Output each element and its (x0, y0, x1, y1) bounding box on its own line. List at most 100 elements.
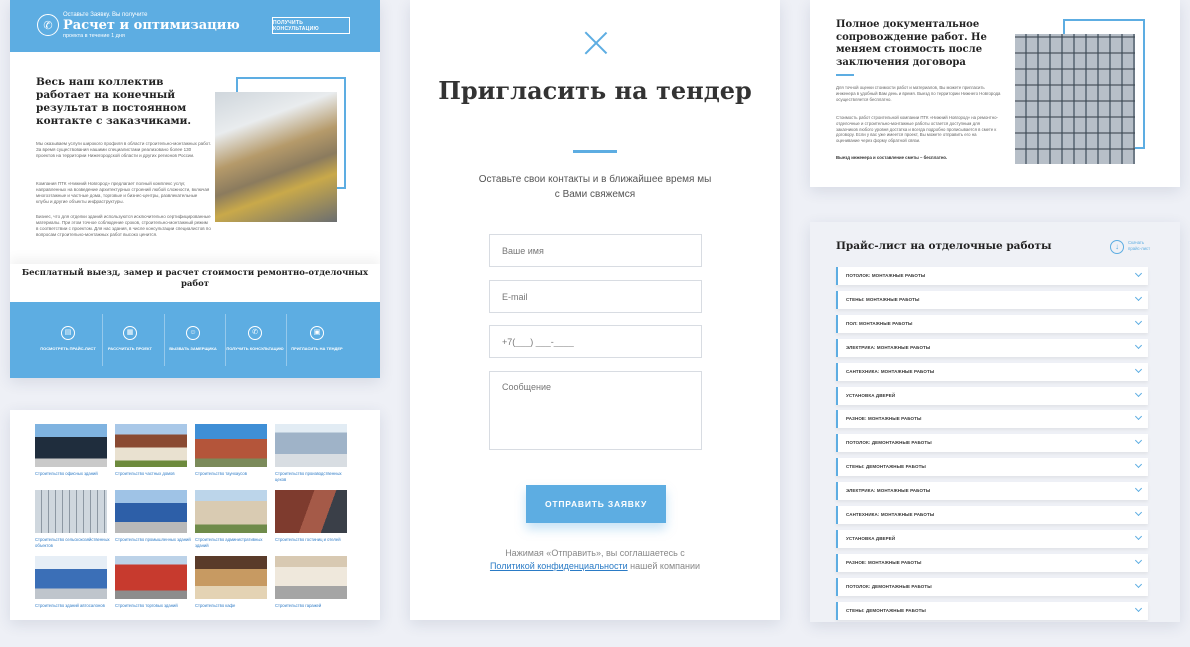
accordion-label: ЭЛЕКТРИКА: МОНТАЖНЫЕ РАБОТЫ (846, 488, 931, 494)
price-accordion-item[interactable]: ПОЛ: МОНТАЖНЫЕ РАБОТЫ (836, 314, 1148, 333)
paragraph: Выезд инженера и составление сметы – бес… (836, 155, 948, 160)
price-accordion-item[interactable]: САНТЕХНИКА: МОНТАЖНЫЕ РАБОТЫ (836, 362, 1148, 381)
gallery-image[interactable] (195, 490, 267, 533)
chevron-down-icon[interactable] (1134, 437, 1143, 445)
gallery-caption[interactable]: Строительство сельскохозяйственных объек… (35, 537, 113, 548)
consultation-button[interactable]: ПОЛУЧИТЬ КОНСУЛЬТАЦИЮ (272, 17, 350, 34)
price-accordion-item[interactable]: РАЗНОЕ: МОНТАЖНЫЕ РАБОТЫ (836, 553, 1148, 572)
gallery-image[interactable] (35, 556, 107, 599)
form-title: Пригласить на тендер (438, 76, 752, 105)
chevron-down-icon[interactable] (1134, 293, 1143, 301)
accordion-label: СТЕНЫ: ДЕМОНТАЖНЫЕ РАБОТЫ (846, 607, 926, 613)
phone-input[interactable] (489, 325, 702, 358)
accordion-label: ЭЛЕКТРИКА: МОНТАЖНЫЕ РАБОТЫ (846, 344, 931, 350)
gallery-image[interactable] (275, 490, 347, 533)
price-accordion-item[interactable]: СТЕНЫ: МОНТАЖНЫЕ РАБОТЫ (836, 290, 1148, 309)
chevron-down-icon[interactable] (1134, 461, 1143, 469)
chevron-down-icon[interactable] (1134, 413, 1143, 421)
name-input[interactable] (489, 234, 702, 267)
accordion-label: ПОТОЛОК: ДЕМОНТАЖНЫЕ РАБОТЫ (846, 583, 932, 589)
section-heading: Полное документальное сопровождение рабо… (836, 19, 987, 68)
price-accordion-item[interactable]: ПОТОЛОК: ДЕМОНТАЖНЫЕ РАБОТЫ (836, 434, 1148, 453)
chevron-down-icon[interactable] (1134, 341, 1143, 349)
chevron-down-icon[interactable] (1134, 532, 1143, 540)
construction-photo (215, 92, 337, 222)
gallery-caption[interactable]: Строительство гостиниц и отелей (275, 537, 353, 543)
action-consult[interactable]: ✆ ПОЛУЧИТЬ КОНСУЛЬТАЦИЮ (225, 326, 285, 351)
price-accordion-item[interactable]: СТЕНЫ: ДЕМОНТАЖНЫЕ РАБОТЫ (836, 458, 1148, 477)
chevron-down-icon[interactable] (1134, 317, 1143, 325)
paragraph: Стоимость работ строительной компании ПТ… (836, 115, 998, 144)
offer-title: Бесплатный выезд, замер и расчет стоимос… (21, 268, 369, 289)
paragraph: Бизнес, что для отделки зданий использую… (36, 214, 211, 237)
chevron-down-icon[interactable] (1134, 485, 1143, 493)
price-accordion-item[interactable]: САНТЕХНИКА: МОНТАЖНЫЕ РАБОТЫ (836, 506, 1148, 524)
email-input[interactable] (489, 280, 702, 313)
chevron-down-icon[interactable] (1134, 508, 1143, 517)
gallery-image[interactable] (115, 556, 187, 599)
chevron-down-icon[interactable] (1134, 556, 1143, 564)
price-accordion-item[interactable]: ЭЛЕКТРИКА: МОНТАЖНЫЕ РАБОТЫ (836, 482, 1148, 501)
privacy-note-text: нашей компании (630, 561, 701, 571)
download-link[interactable]: Скачать прайс-лист (1128, 240, 1158, 251)
paragraph: Мы оказываем услуги широкого профиля в о… (36, 141, 211, 158)
form-description: Оставьте свои контакты и в ближайшее вре… (478, 174, 712, 200)
accordion-label: УСТАНОВКА ДВЕРЕЙ (846, 392, 896, 398)
price-accordion-item[interactable]: ПОТОЛОК: ДЕМОНТАЖНЫЕ РАБОТЫ (836, 577, 1148, 596)
gallery-image[interactable] (195, 556, 267, 599)
chevron-down-icon[interactable] (1134, 269, 1143, 278)
action-tender[interactable]: ▣ ПРИГЛАСИТЬ НА ТЕНДЕР (287, 326, 347, 351)
action-measurer[interactable]: ☺ ВЫЗВАТЬ ЗАМЕРЩИКА (163, 326, 223, 351)
document-icon: ▤ (61, 326, 75, 340)
submit-button[interactable]: ОТПРАВИТЬ ЗАЯВКУ (526, 485, 666, 523)
gallery-image[interactable] (115, 490, 187, 533)
privacy-policy-link[interactable]: Политикой конфиденциальности (490, 561, 628, 571)
accordion-label: РАЗНОЕ: МОНТАЖНЫЕ РАБОТЫ (846, 416, 922, 422)
price-accordion-item[interactable]: ПОТОЛОК: МОНТАЖНЫЕ РАБОТЫ (836, 267, 1148, 285)
accordion-label: СТЕНЫ: МОНТАЖНЫЕ РАБОТЫ (846, 296, 920, 302)
price-accordion-item[interactable]: УСТАНОВКА ДВЕРЕЙ (836, 386, 1148, 405)
scaffolding-photo (1015, 34, 1135, 164)
close-icon[interactable] (585, 32, 607, 54)
paragraph: Компания ПТК «Нижний Новгород» предлагае… (36, 181, 210, 204)
service-landing-panel: ✆ Оставьте Заявку. Вы получите Расчет и … (10, 0, 380, 378)
gallery-caption[interactable]: Строительство частных домов (115, 471, 193, 477)
price-accordion-item[interactable]: УСТАНОВКА ДВЕРЕЙ (836, 529, 1148, 548)
download-icon[interactable]: ↓ (1110, 240, 1124, 254)
calculator-icon: ▦ (123, 326, 137, 340)
privacy-note-text: Нажимая «Отправить», вы соглашаетесь с (505, 548, 685, 558)
gallery-image[interactable] (35, 490, 107, 533)
gallery-caption[interactable]: Строительство административных зданий (195, 537, 273, 548)
gallery-image[interactable] (35, 424, 107, 467)
header-title: Расчет и оптимизацию (63, 18, 240, 33)
tender-form-panel: Пригласить на тендер Оставьте свои конта… (410, 0, 780, 620)
gallery-caption[interactable]: Строительство гаражей (275, 603, 353, 609)
gallery-image[interactable] (115, 424, 187, 467)
message-input[interactable] (489, 371, 702, 450)
gallery-caption[interactable]: Строительство промышленных зданий (115, 537, 193, 543)
accordion-label: УСТАНОВКА ДВЕРЕЙ (846, 535, 896, 541)
gallery-caption[interactable]: Строительство производственных цехов (275, 471, 353, 482)
action-price-list[interactable]: ▤ ПОСМОТРЕТЬ ПРАЙС-ЛИСТ (38, 326, 98, 351)
chevron-down-icon[interactable] (1134, 389, 1143, 397)
price-accordion-item[interactable]: СТЕНЫ: ДЕМОНТАЖНЫЕ РАБОТЫ (836, 601, 1148, 620)
chevron-down-icon[interactable] (1134, 580, 1143, 588)
gallery-caption[interactable]: Строительство таунхаусов (195, 471, 273, 477)
gallery-image[interactable] (275, 556, 347, 599)
action-calculate[interactable]: ▦ РАССЧИТАТЬ ПРОЕКТ (100, 326, 160, 351)
price-list-panel: Прайс-лист на отделочные работы ↓ Скачат… (810, 222, 1180, 622)
accordion-label: ПОТОЛОК: МОНТАЖНЫЕ РАБОТЫ (846, 273, 926, 278)
gallery-image[interactable] (275, 424, 347, 467)
accordion-label: ПОЛ: МОНТАЖНЫЕ РАБОТЫ (846, 320, 913, 326)
title-underline (573, 150, 617, 153)
price-accordion-item[interactable]: ЭЛЕКТРИКА: МОНТАЖНЫЕ РАБОТЫ (836, 338, 1148, 357)
gallery-caption[interactable]: Строительство торговых зданий (115, 603, 193, 609)
chevron-down-icon[interactable] (1134, 604, 1143, 612)
chevron-down-icon[interactable] (1134, 365, 1143, 373)
gallery-caption[interactable]: Строительство кафе (195, 603, 273, 609)
gallery-caption[interactable]: Строительство зданий автосалонов (35, 603, 113, 609)
action-bar: ▤ ПОСМОТРЕТЬ ПРАЙС-ЛИСТ ▦ РАССЧИТАТЬ ПРОЕК… (10, 302, 380, 378)
gallery-caption[interactable]: Строительство офисных зданий (35, 471, 113, 477)
gallery-image[interactable] (195, 424, 267, 467)
price-accordion-item[interactable]: РАЗНОЕ: МОНТАЖНЫЕ РАБОТЫ (836, 410, 1148, 429)
